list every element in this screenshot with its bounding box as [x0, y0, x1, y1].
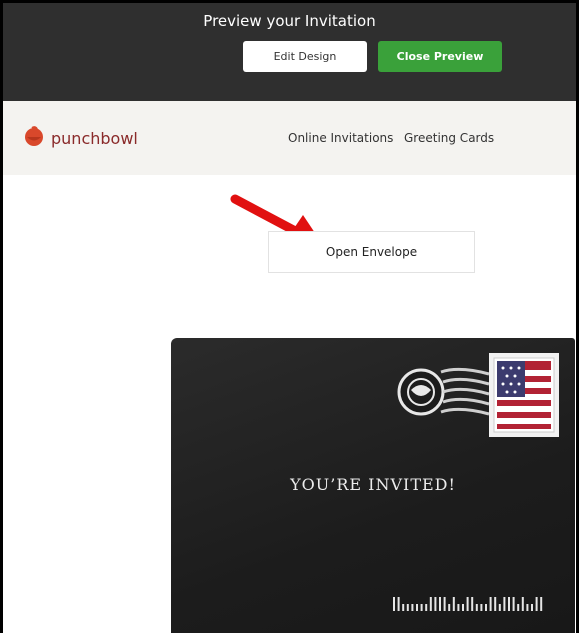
- invitation-text: YOU’RE INVITED!: [290, 475, 456, 494]
- nav-greeting-cards[interactable]: Greeting Cards: [404, 131, 494, 145]
- site-header: punchbowl Online Invitations Greeting Ca…: [3, 101, 576, 175]
- invitation-envelope[interactable]: YOU’RE INVITED!: [171, 338, 575, 633]
- us-flag-stamp-icon: [489, 353, 559, 441]
- postal-barcode-icon: [391, 595, 551, 617]
- postmark-icon: [397, 360, 492, 434]
- preview-bar: Preview your Invitation Edit Design Clos…: [3, 3, 576, 101]
- page-frame: Preview your Invitation Edit Design Clos…: [0, 0, 579, 633]
- nav-online-invitations[interactable]: Online Invitations: [288, 131, 393, 145]
- preview-title: Preview your Invitation: [203, 12, 376, 30]
- close-preview-button[interactable]: Close Preview: [378, 41, 502, 72]
- logo-text: punchbowl: [51, 128, 138, 148]
- punchbowl-logo[interactable]: punchbowl: [23, 125, 138, 151]
- punchbowl-logo-icon: [23, 125, 45, 151]
- edit-design-button[interactable]: Edit Design: [243, 41, 367, 72]
- open-envelope-button[interactable]: Open Envelope: [268, 231, 475, 273]
